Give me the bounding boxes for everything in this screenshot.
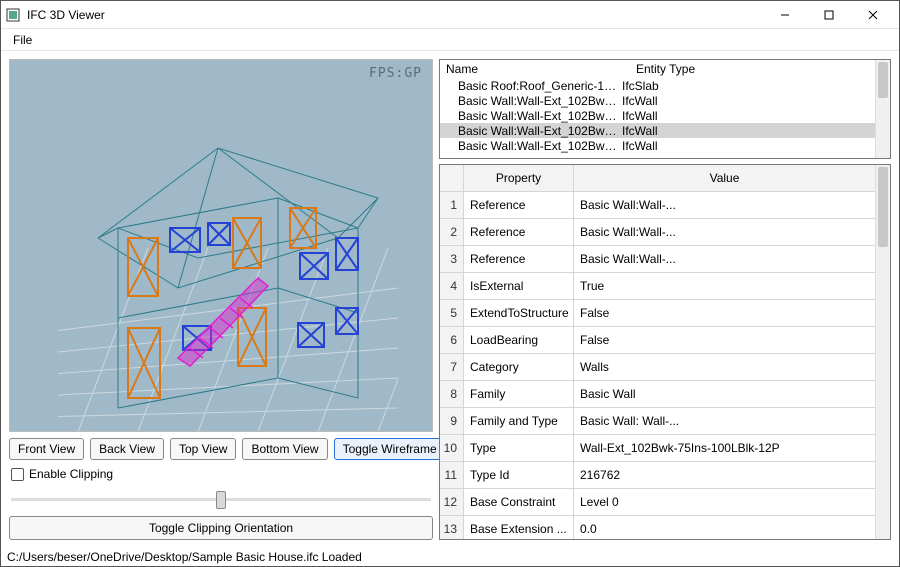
table-row[interactable]: 9Family and TypeBasic Wall: Wall-... (440, 408, 875, 435)
property-table: Property Value 1ReferenceBasic Wall:Wall… (439, 164, 891, 540)
list-item[interactable]: Basic Wall:Wall-Ext_102Bwk-75...IfcWall (440, 138, 875, 153)
property-table-header: Property Value (440, 165, 875, 192)
clipping-slider[interactable] (11, 488, 431, 510)
col-property[interactable]: Property (464, 165, 574, 191)
top-view-button[interactable]: Top View (170, 438, 236, 460)
title-bar: IFC 3D Viewer (1, 1, 899, 29)
table-row[interactable]: 8FamilyBasic Wall (440, 381, 875, 408)
table-row[interactable]: 5ExtendToStructureFalse (440, 300, 875, 327)
list-item[interactable]: Basic Wall:Wall-Ext_102Bwk-75...IfcWall (440, 93, 875, 108)
table-row[interactable]: 12Base ConstraintLevel 0 (440, 489, 875, 516)
menu-file[interactable]: File (7, 31, 38, 49)
table-row[interactable]: 11Type Id216762 (440, 462, 875, 489)
status-text: C:/Users/beser/OneDrive/Desktop/Sample B… (7, 550, 362, 564)
house-wireframe-icon (58, 78, 398, 432)
window-title: IFC 3D Viewer (27, 8, 763, 22)
col-entity-type[interactable]: Entity Type (630, 60, 701, 78)
entity-list-header: Name Entity Type (440, 60, 875, 78)
app-icon (5, 7, 21, 23)
minimize-button[interactable] (763, 1, 807, 29)
close-button[interactable] (851, 1, 895, 29)
entity-list-scrollbar[interactable] (875, 60, 890, 158)
app-window: IFC 3D Viewer File FPS:GP (0, 0, 900, 567)
table-row[interactable]: 1ReferenceBasic Wall:Wall-... (440, 192, 875, 219)
property-table-scrollbar[interactable] (875, 165, 890, 539)
toggle-wireframe-button[interactable]: Toggle Wireframe (334, 438, 446, 460)
toggle-clipping-orientation-button[interactable]: Toggle Clipping Orientation (9, 516, 433, 540)
entity-list: Name Entity Type Basic Roof:Roof_Generic… (439, 59, 891, 159)
list-item[interactable]: Basic Roof:Roof_Generic-125m...IfcSlab (440, 78, 875, 93)
table-row[interactable]: 4IsExternalTrue (440, 273, 875, 300)
3d-viewport[interactable]: FPS:GP (9, 59, 433, 432)
slider-thumb[interactable] (216, 491, 226, 509)
menu-bar: File (1, 29, 899, 51)
table-row[interactable]: 13Base Extension ...0.0 (440, 516, 875, 539)
table-row[interactable]: 10TypeWall-Ext_102Bwk-75Ins-100LBlk-12P (440, 435, 875, 462)
table-row[interactable]: 2ReferenceBasic Wall:Wall-... (440, 219, 875, 246)
enable-clipping-label: Enable Clipping (29, 467, 113, 481)
list-item[interactable]: Basic Wall:Wall-Ext_102Bwk-75...IfcWall (440, 123, 875, 138)
col-value[interactable]: Value (574, 165, 875, 191)
maximize-button[interactable] (807, 1, 851, 29)
table-row[interactable]: 3ReferenceBasic Wall:Wall-... (440, 246, 875, 273)
back-view-button[interactable]: Back View (90, 438, 164, 460)
table-row[interactable]: 6LoadBearingFalse (440, 327, 875, 354)
bottom-view-button[interactable]: Bottom View (242, 438, 327, 460)
front-view-button[interactable]: Front View (9, 438, 84, 460)
enable-clipping-checkbox[interactable] (11, 468, 24, 481)
col-index (440, 165, 464, 191)
col-name[interactable]: Name (440, 60, 630, 78)
table-row[interactable]: 7CategoryWalls (440, 354, 875, 381)
list-item[interactable]: Basic Wall:Wall-Ext_102Bwk-75...IfcWall (440, 108, 875, 123)
status-bar: C:/Users/beser/OneDrive/Desktop/Sample B… (1, 548, 899, 566)
